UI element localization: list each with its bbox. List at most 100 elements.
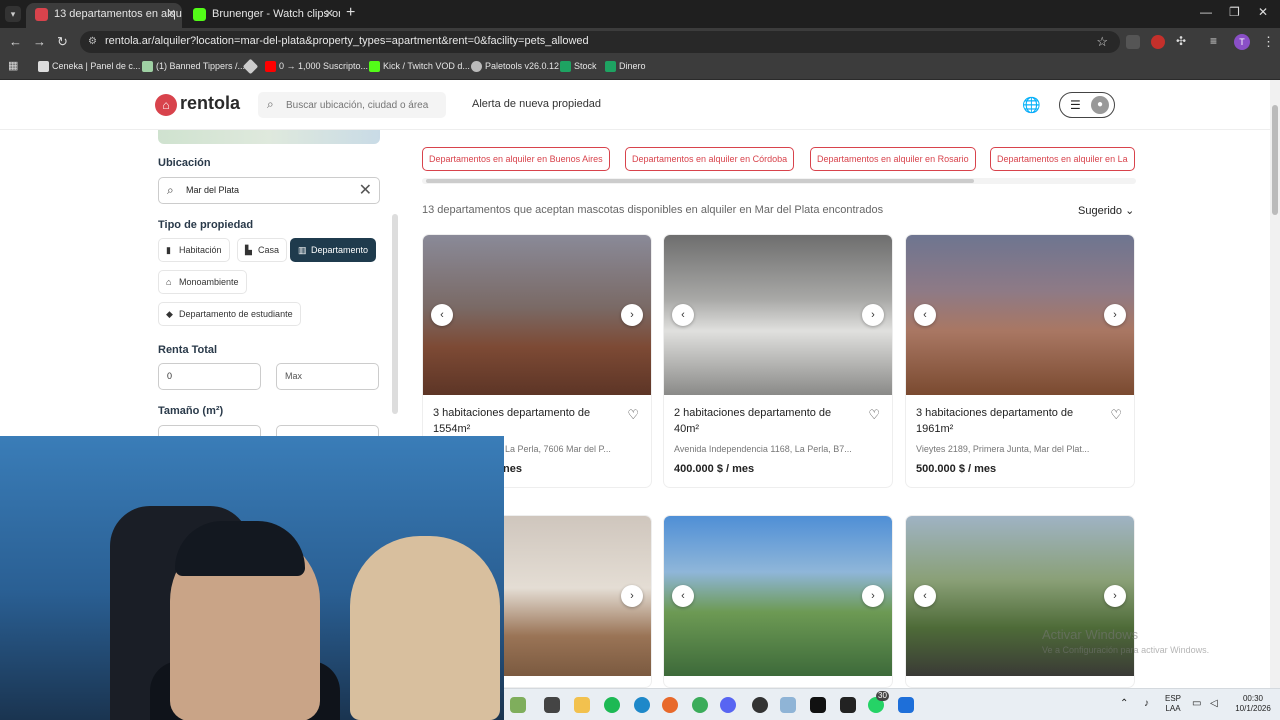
restore-icon[interactable]: ❐ (1229, 5, 1240, 19)
prev-photo-icon[interactable]: ‹ (914, 585, 936, 607)
listing-photo[interactable] (664, 235, 892, 395)
back-icon[interactable]: ← (9, 34, 22, 49)
microphone-icon[interactable]: ♪ (1144, 699, 1149, 709)
taskbar-app-icon[interactable] (544, 697, 560, 713)
account-menu-button[interactable]: ☰ ● (1059, 92, 1115, 118)
site-logo[interactable]: rentola (180, 93, 240, 114)
bookmark-item[interactable]: Kick / Twitch VOD d... (369, 61, 470, 72)
map-preview[interactable] (158, 130, 380, 144)
listing-photo[interactable] (906, 235, 1134, 395)
sidebar-scrollbar[interactable] (392, 130, 398, 440)
favorite-heart-icon[interactable]: ♡ (1110, 407, 1122, 423)
scroll-thumb[interactable] (1272, 105, 1278, 215)
listing-card[interactable]: ‹ › 3 habitaciones departamento de 1961m… (905, 234, 1135, 488)
prev-photo-icon[interactable]: ‹ (672, 585, 694, 607)
volume-icon[interactable]: ◁ (1210, 699, 1218, 709)
listing-photo[interactable] (664, 516, 892, 676)
close-tab-icon[interactable]: ✕ (167, 3, 176, 26)
next-photo-icon[interactable]: › (621, 304, 643, 326)
rent-min-input[interactable]: 0 (158, 363, 261, 390)
bookmark-item[interactable]: Paletools v26.0.12 (471, 61, 559, 72)
sort-dropdown[interactable]: Sugerido ⌄ (1078, 204, 1134, 217)
extension-icon[interactable] (1151, 35, 1165, 49)
browser-menu-icon[interactable]: ⋮ (1262, 34, 1275, 50)
location-search[interactable]: ⌕ (258, 92, 446, 118)
location-field[interactable]: ⌕ Mar del Plata ✕ (158, 177, 380, 204)
prev-photo-icon[interactable]: ‹ (672, 304, 694, 326)
apps-grid-icon[interactable]: ▦ (8, 59, 18, 72)
bookmark-item[interactable]: (1) Banned Tippers /... (142, 61, 245, 72)
taskbar-app-icon[interactable] (752, 697, 768, 713)
scroll-thumb[interactable] (426, 179, 974, 183)
media-controls-icon[interactable]: ≡ (1210, 34, 1224, 48)
prev-photo-icon[interactable]: ‹ (431, 304, 453, 326)
rent-max-input[interactable]: Max (276, 363, 379, 390)
type-chip-habitacion[interactable]: ▮ Habitación (158, 238, 230, 262)
tiktok-icon[interactable] (810, 697, 826, 713)
language-indicator[interactable]: ESP LAA (1164, 694, 1182, 714)
firefox-icon[interactable] (662, 697, 678, 713)
type-chip-casa[interactable]: ▙ Casa (237, 238, 288, 262)
clock[interactable]: 00:30 10/1/2026 (1230, 694, 1276, 714)
tab-rentola[interactable]: 13 departamentos en alquiler q ✕ (26, 3, 182, 28)
tray-chevron-icon[interactable]: ⌃ (1120, 699, 1128, 709)
bookmark-item[interactable]: Ceneka | Panel de c... (38, 61, 140, 72)
site-info-icon[interactable]: ⚙ (88, 36, 100, 48)
listing-card[interactable]: ‹ › (663, 515, 893, 688)
taskbar-app-icon[interactable] (510, 697, 526, 713)
network-icon[interactable]: ▭ (1192, 699, 1201, 709)
listing-title[interactable]: 2 habitaciones departamento de 40m² (674, 405, 854, 437)
discord-icon[interactable] (720, 697, 736, 713)
extension-icon[interactable] (1126, 35, 1140, 49)
type-chip-monoambiente[interactable]: ⌂ Monoambiente (158, 270, 247, 294)
next-photo-icon[interactable]: › (1104, 304, 1126, 326)
globe-icon[interactable]: 🌐 (1022, 96, 1041, 114)
type-chip-estudiante[interactable]: ◆ Departamento de estudiante (158, 302, 301, 326)
bookmark-item[interactable]: Dinero (605, 61, 646, 72)
city-link-cordoba[interactable]: Departamentos en alquiler en Córdoba (625, 147, 795, 171)
spotify-icon[interactable] (604, 697, 620, 713)
close-window-icon[interactable]: ✕ (1258, 5, 1268, 19)
prev-photo-icon[interactable]: ‹ (914, 304, 936, 326)
favorite-heart-icon[interactable]: ♡ (627, 407, 639, 423)
next-photo-icon[interactable]: › (1104, 585, 1126, 607)
city-link-buenos-aires[interactable]: Departamentos en alquiler en Buenos Aire… (422, 147, 610, 171)
reload-icon[interactable]: ↻ (57, 34, 68, 50)
taskbar-app-icon[interactable] (898, 697, 914, 713)
address-bar[interactable]: ⚙ rentola.ar/alquiler?location=mar-del-p… (80, 31, 1120, 53)
next-photo-icon[interactable]: › (862, 585, 884, 607)
bookmark-item[interactable]: 0 → 1,000 Suscripto... (265, 61, 368, 72)
rentola-logo-icon[interactable]: ⌂ (155, 94, 177, 116)
listing-title[interactable]: 3 habitaciones departamento de 1554m² (433, 405, 613, 437)
chrome-icon[interactable] (692, 697, 708, 713)
new-tab-icon[interactable]: + (346, 4, 355, 22)
profile-avatar[interactable]: T (1234, 34, 1250, 50)
listing-photo[interactable] (423, 235, 651, 395)
city-link-rosario[interactable]: Departamentos en alquiler en Rosario (810, 147, 976, 171)
listing-card[interactable]: ‹ › 2 habitaciones departamento de 40m² … (663, 234, 893, 488)
clear-icon[interactable]: ✕ (359, 180, 372, 200)
next-photo-icon[interactable]: › (621, 585, 643, 607)
tab-kick[interactable]: Brunenger - Watch clips on Kick ✕ (184, 3, 340, 28)
page-scrollbar[interactable] (1270, 80, 1280, 688)
bookmark-star-icon[interactable]: ☆ (1096, 34, 1108, 50)
city-links-scrollbar[interactable] (422, 178, 1136, 184)
file-explorer-icon[interactable] (574, 697, 590, 713)
city-link-la[interactable]: Departamentos en alquiler en La (990, 147, 1135, 171)
close-tab-icon[interactable]: ✕ (325, 3, 334, 26)
listing-title[interactable]: 3 habitaciones departamento de 1961m² (916, 405, 1096, 437)
search-input[interactable] (286, 96, 436, 114)
bookmark-item[interactable]: Stock (560, 61, 597, 72)
new-property-alert-link[interactable]: Alerta de nueva propiedad (472, 98, 601, 110)
scroll-thumb[interactable] (392, 214, 398, 414)
favorite-heart-icon[interactable]: ♡ (868, 407, 880, 423)
type-chip-departamento[interactable]: ▥ Departamento (290, 238, 377, 262)
taskbar-app-icon[interactable] (840, 697, 856, 713)
taskbar-app-icon[interactable] (780, 697, 796, 713)
forward-icon[interactable]: → (33, 34, 46, 49)
extensions-puzzle-icon[interactable]: ✣ (1176, 34, 1190, 48)
listing-card[interactable]: ‹ › (905, 515, 1135, 688)
minimize-icon[interactable]: — (1200, 5, 1212, 19)
next-photo-icon[interactable]: › (862, 304, 884, 326)
edge-icon[interactable] (634, 697, 650, 713)
